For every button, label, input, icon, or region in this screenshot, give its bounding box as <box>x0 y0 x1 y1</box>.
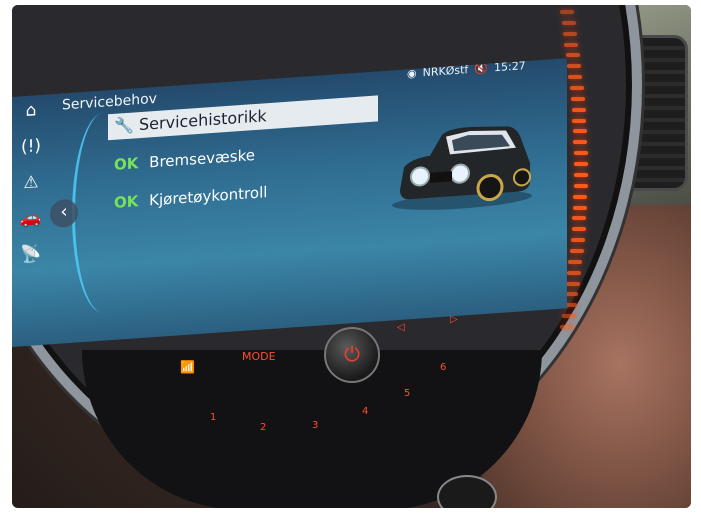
led-segment <box>573 151 588 156</box>
led-segment <box>573 194 588 199</box>
led-segment <box>568 259 583 264</box>
power-icon: ⏻ <box>344 342 360 366</box>
sidebar: ⌂ (!) ⚠ 🚗 📡 <box>18 98 52 266</box>
power-volume-knob[interactable]: ⏻ <box>324 327 380 383</box>
led-segment <box>573 162 588 167</box>
car-interior-photo: Servicebehov ◉ NRKØstf 🔇 15:27 ⌂ (!) ⚠ 🚗… <box>12 5 691 508</box>
led-segment <box>569 248 584 253</box>
page-title: Servicebehov <box>62 90 157 114</box>
led-segment <box>561 20 576 25</box>
led-segment <box>573 172 588 177</box>
led-segment <box>571 107 586 112</box>
led-segment <box>573 205 587 210</box>
menu-item-bremsevaeske[interactable]: OK Bremsevæske <box>108 133 378 178</box>
led-segment <box>570 238 585 243</box>
led-segment <box>572 216 587 221</box>
connectivity-icon[interactable]: 📡 <box>18 243 44 267</box>
led-segment <box>568 75 583 80</box>
preset-6-button[interactable]: 6 <box>440 362 446 373</box>
preset-2-button[interactable]: 2 <box>260 422 266 433</box>
led-segment <box>567 270 582 275</box>
nav-next-button[interactable]: ▷ <box>450 314 458 325</box>
service-history-icon: 🔧 <box>114 115 134 136</box>
status-badge: OK <box>114 192 139 212</box>
infotainment-screen: Servicebehov ◉ NRKØstf 🔇 15:27 ⌂ (!) ⚠ 🚗… <box>12 58 567 348</box>
home-icon[interactable]: ⌂ <box>18 99 44 123</box>
status-badge: OK <box>114 154 139 174</box>
led-segment <box>561 314 576 319</box>
mode-button[interactable]: MODE <box>242 350 276 363</box>
led-segment <box>563 31 577 36</box>
preset-1-button[interactable]: 1 <box>210 412 216 423</box>
led-segment <box>564 42 579 47</box>
radio-icon: ◉ <box>407 66 417 81</box>
car-service-icon[interactable]: 🚗 <box>18 207 44 231</box>
tire-pressure-icon[interactable]: (!) <box>18 135 44 159</box>
service-menu: 🔧 Servicehistorikk OK Bremsevæske OK Kjø… <box>108 95 378 228</box>
preset-3-button[interactable]: 3 <box>312 420 318 431</box>
preset-4-button[interactable]: 4 <box>362 406 368 417</box>
led-segment <box>560 325 574 329</box>
led-segment <box>569 86 584 91</box>
mute-icon: 🔇 <box>474 61 488 76</box>
warning-icon[interactable]: ⚠ <box>18 171 44 195</box>
car-illustration <box>392 126 532 210</box>
connectivity-button[interactable]: 📶 <box>180 360 195 374</box>
led-segment <box>573 129 587 134</box>
led-segment <box>573 140 588 145</box>
led-segment <box>573 183 588 188</box>
led-segment <box>571 227 586 232</box>
menu-item-label: Bremsevæske <box>149 146 255 172</box>
led-segment <box>567 64 582 69</box>
led-segment <box>572 118 587 123</box>
preset-5-button[interactable]: 5 <box>404 388 410 399</box>
led-segment <box>565 53 580 58</box>
menu-item-kjoretoykontroll[interactable]: OK Kjøretøykontroll <box>108 171 378 216</box>
led-segment <box>565 281 580 286</box>
menu-item-label: Servicehistorikk <box>139 106 267 135</box>
led-segment <box>560 10 574 14</box>
led-segment <box>570 96 585 101</box>
nav-prev-button[interactable]: ◁ <box>397 322 405 333</box>
menu-item-label: Kjøretøykontroll <box>149 183 268 210</box>
